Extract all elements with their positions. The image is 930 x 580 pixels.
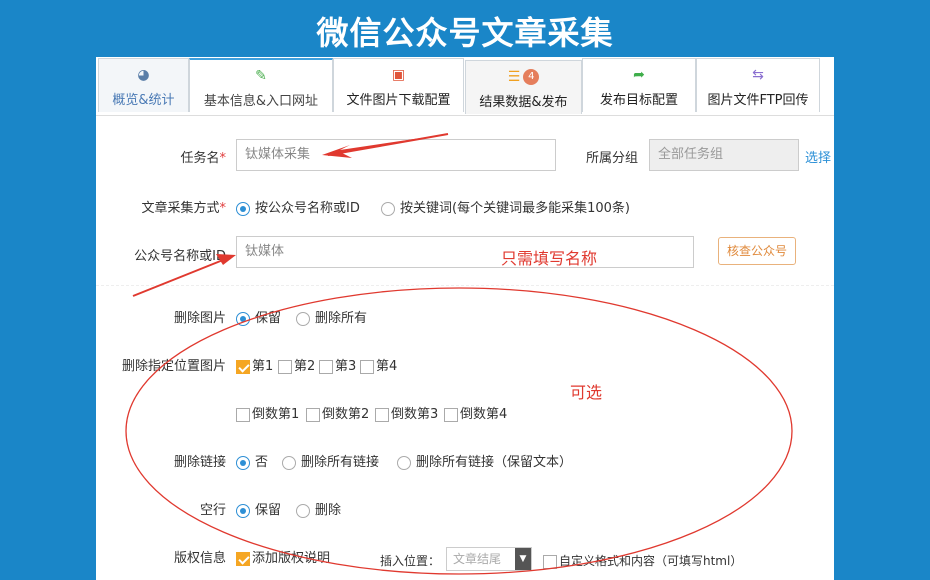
- annotation-arrow-bottom-shaft: [132, 257, 229, 297]
- annotation-arrow-bottom-head: [216, 254, 236, 265]
- annotation-ellipse: [125, 287, 793, 575]
- annotation-arrow-top-shaft: [327, 133, 449, 156]
- annotation-overlay: [125, 133, 793, 575]
